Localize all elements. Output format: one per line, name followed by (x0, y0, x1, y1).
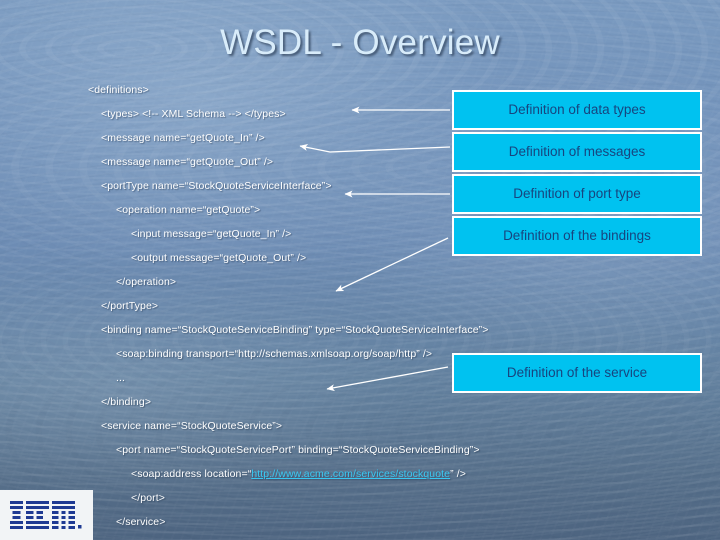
slide: WSDL - Overview <definitions> <types> <!-… (0, 0, 720, 540)
callout-port-type[interactable]: Definition of port type (452, 174, 702, 214)
code-line: </binding> (101, 396, 152, 408)
callout-data-types[interactable]: Definition of data types (452, 90, 702, 130)
logo-plate (0, 490, 93, 540)
code-line: </operation> (116, 276, 177, 288)
callout-bindings[interactable]: Definition of the bindings (452, 216, 702, 256)
code-text: <soap:address location=“ (131, 468, 252, 480)
code-line: <soap:address location=“http://www.acme.… (0, 462, 560, 486)
code-line: </portType> (101, 300, 159, 312)
ibm-logo (10, 501, 82, 529)
callout-service[interactable]: Definition of the service (452, 353, 702, 393)
page-title: WSDL - Overview (220, 23, 500, 62)
code-text: ” /> (450, 468, 466, 480)
callout-messages[interactable]: Definition of messages (452, 132, 702, 172)
code-line: <binding name=“StockQuoteServiceBinding”… (101, 324, 489, 336)
code-line: <port name=“StockQuoteServicePort” bindi… (116, 444, 480, 456)
soap-address-link[interactable]: http://www.acme.com/services/stockquote (251, 468, 450, 480)
code-line: <service name=“StockQuoteService”> (101, 420, 283, 432)
